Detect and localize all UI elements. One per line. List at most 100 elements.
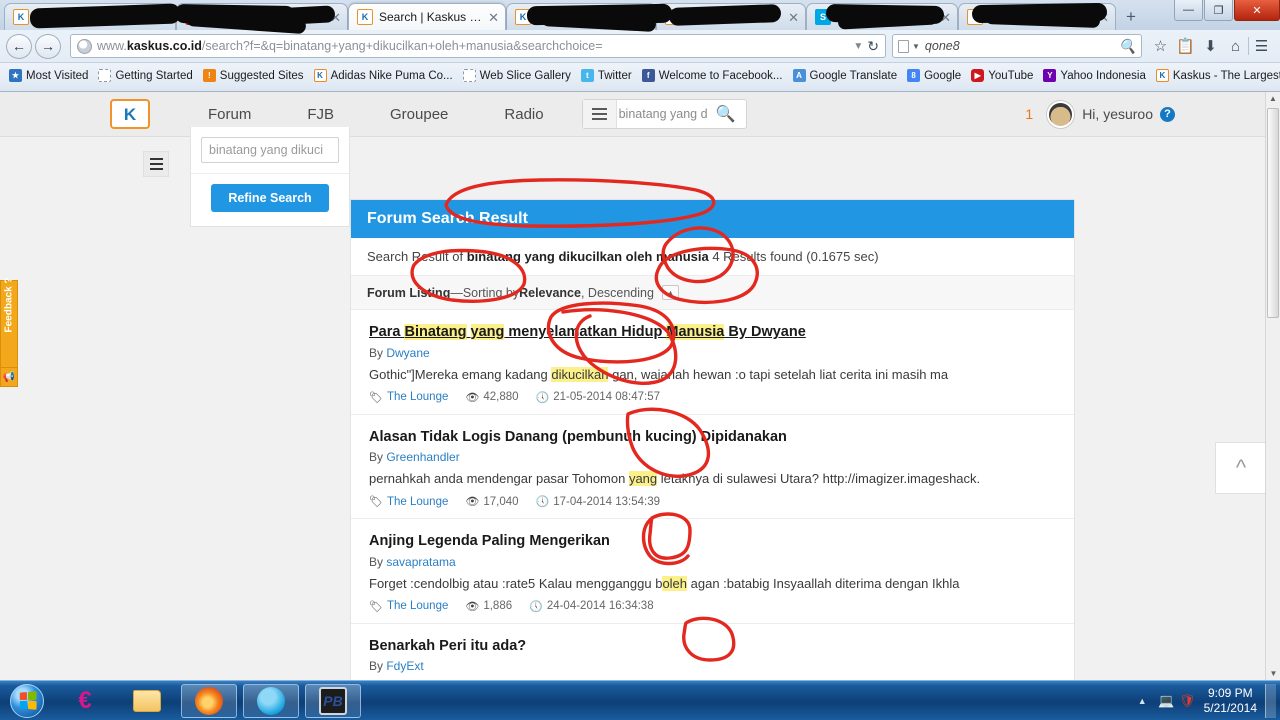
bookmark-item[interactable]: Getting Started — [93, 69, 197, 82]
snippet-part: agan :batabig Insyaallah diterima dengan… — [687, 575, 960, 591]
close-icon[interactable]: ✕ — [788, 11, 799, 24]
forward-button[interactable]: → — [35, 33, 61, 59]
sidebar-toggle[interactable] — [143, 151, 169, 177]
author-link[interactable]: savapratama — [386, 555, 455, 569]
bookmark-item[interactable]: ! Suggested Sites — [198, 69, 309, 82]
result-title[interactable]: Alasan Tidak Logis Danang (pembunuh kuci… — [369, 428, 1056, 448]
site-search-input[interactable] — [616, 106, 712, 122]
notification-count[interactable]: 1 — [1025, 106, 1033, 122]
forum-link[interactable]: The Lounge — [387, 496, 448, 508]
help-icon[interactable]: ? — [1160, 106, 1175, 122]
caret-up-icon[interactable]: ▲ — [661, 285, 679, 300]
windows-start-icon[interactable] — [3, 683, 51, 719]
bookmark-item[interactable]: 8 Google — [902, 69, 966, 82]
result-title[interactable]: Para Binatang yang menyelamatkan Hidup M… — [369, 323, 1056, 343]
reload-icon[interactable]: ↻ — [867, 38, 881, 55]
megaphone-icon[interactable]: 📢 — [0, 368, 18, 387]
bookmark-item[interactable]: t Twitter — [576, 69, 637, 82]
new-tab-button[interactable]: + — [1120, 7, 1142, 27]
facebook-icon: f — [641, 69, 655, 82]
bookmark-item[interactable]: KKaskus - The Largest I... — [1151, 69, 1280, 82]
globe-icon — [77, 38, 92, 54]
avatar[interactable] — [1047, 100, 1075, 128]
scroll-down-arrow[interactable]: ▼ — [1266, 667, 1280, 678]
bookmark-label: YouTube — [988, 69, 1034, 82]
refine-search-button[interactable]: Refine Search — [211, 184, 329, 212]
youtube-icon: ▶ — [971, 69, 985, 82]
triangle-up-icon[interactable]: ▲ — [1129, 696, 1156, 706]
author-link[interactable]: Dwyane — [386, 346, 429, 360]
bookmark-item[interactable]: ▶ YouTube — [966, 69, 1038, 82]
scroll-to-top-button[interactable]: ^ — [1215, 442, 1267, 494]
download-arrow-icon[interactable]: ⬇ — [1198, 37, 1223, 55]
menu-hamburger-icon[interactable]: ☰ — [1249, 37, 1274, 55]
maximize-button[interactable]: ❐ — [1204, 0, 1233, 21]
sidebar-search-input[interactable] — [201, 137, 339, 163]
magnifier-icon[interactable]: 🔍 — [1119, 38, 1136, 55]
summary-suffix: 4 Results found (0.1675 sec) — [708, 249, 879, 264]
nav-item-fjb[interactable]: FJB — [279, 106, 362, 123]
url-path: /search?f=&q=binatang+yang+dikucilkan+ol… — [201, 39, 603, 53]
result-title[interactable]: Anjing Legenda Paling Mengerikan — [369, 532, 1056, 552]
site-search: 🔍 — [581, 99, 747, 129]
network-icon[interactable]: 💻 — [1156, 692, 1177, 710]
bookmark-star-icon[interactable]: ☆ — [1148, 37, 1173, 55]
browser-tab-active[interactable]: K Search | Kaskus - ... ✕ — [348, 3, 506, 30]
hamburger-icon[interactable] — [582, 100, 617, 128]
result-author-line: By FdyExt — [369, 659, 1056, 673]
tag-icon: 🏷 — [369, 600, 383, 613]
title-part-highlight: yang — [470, 324, 505, 340]
scroll-up-arrow[interactable]: ▲ — [1266, 92, 1280, 103]
close-button[interactable]: ✕ — [1234, 0, 1280, 21]
bookmark-label: Twitter — [597, 69, 632, 82]
author-link[interactable]: FdyExt — [386, 659, 423, 673]
nav-item-groupee[interactable]: Groupee — [362, 106, 476, 123]
result-title[interactable]: Benarkah Peri itu ada? — [369, 637, 1056, 657]
clock-icon: 🕔 — [535, 496, 550, 509]
sorting-prefix: Sorting by — [462, 285, 520, 300]
taskbar-clock[interactable]: 9:09 PM 5/21/2014 — [1198, 686, 1265, 716]
feedback-tab[interactable]: Feedback ? — [0, 277, 18, 368]
snippet-part: letaknya di sulawesi Utara? http://imagi… — [657, 471, 981, 487]
taskbar-app-firefox[interactable] — [181, 683, 237, 718]
kaskus-icon: K — [1155, 69, 1169, 82]
bookmark-item[interactable]: A Google Translate — [788, 69, 903, 82]
chevron-down-icon[interactable]: ▼ — [912, 42, 920, 51]
taskbar-app-explorer[interactable] — [119, 684, 175, 718]
bookmark-item[interactable]: f Welcome to Facebook... — [637, 69, 788, 82]
kaskus-logo[interactable]: K — [110, 99, 150, 129]
url-bar[interactable]: www. kaskus.co.id/search?f=&q=binatang+ya… — [70, 34, 886, 58]
divider — [191, 173, 349, 174]
page-scrollbar[interactable]: ▲ ▼ — [1265, 92, 1280, 680]
author-link[interactable]: Greenhandler — [386, 450, 459, 464]
chevron-down-icon[interactable]: ▼ — [849, 41, 867, 52]
minimize-button[interactable]: — — [1174, 0, 1203, 21]
snippet-part: pernahkah anda mendengar pasar Tohomon — [369, 471, 629, 487]
browser-search-bar[interactable]: ▼ qone8 🔍 — [892, 34, 1142, 58]
forum-link[interactable]: The Lounge — [387, 391, 448, 403]
bookmark-item[interactable]: ★ Most Visited — [4, 69, 93, 82]
taskbar-app-camfrog[interactable]: € — [57, 684, 113, 718]
bookmark-item[interactable]: K Adidas Nike Puma Co... — [309, 69, 458, 82]
listing-label: Forum Listing — [367, 285, 451, 300]
shield-icon[interactable]: 🛡 — [1177, 692, 1198, 710]
taskbar-app-skype[interactable] — [243, 683, 299, 718]
windows-taskbar: € PB ▲ 💻 🛡 9:09 PM 5/21/2014 — [0, 680, 1280, 720]
tag-icon: 🏷 — [369, 391, 383, 404]
home-icon[interactable]: ⌂ — [1223, 38, 1248, 55]
bookmark-item[interactable]: Y Yahoo Indonesia — [1038, 69, 1150, 82]
back-button[interactable]: ← — [6, 33, 32, 59]
taskbar-app-pointblank[interactable]: PB — [305, 683, 361, 718]
bookmark-label: Kaskus - The Largest I... — [1172, 69, 1280, 82]
nav-item-radio[interactable]: Radio — [476, 106, 571, 123]
reading-list-icon[interactable]: 📋 — [1173, 37, 1198, 55]
user-greeting[interactable]: Hi, yesuroo — [1082, 106, 1153, 122]
magnifier-icon[interactable]: 🔍 — [712, 104, 746, 124]
scrollbar-thumb[interactable] — [1267, 108, 1279, 318]
forum-link[interactable]: The Lounge — [387, 600, 448, 612]
show-desktop-button[interactable] — [1265, 683, 1276, 718]
title-part: Para — [369, 324, 405, 340]
bookmark-item[interactable]: Web Slice Gallery — [458, 69, 576, 82]
close-icon[interactable]: ✕ — [488, 11, 499, 24]
nav-item-forum[interactable]: Forum — [180, 106, 279, 123]
